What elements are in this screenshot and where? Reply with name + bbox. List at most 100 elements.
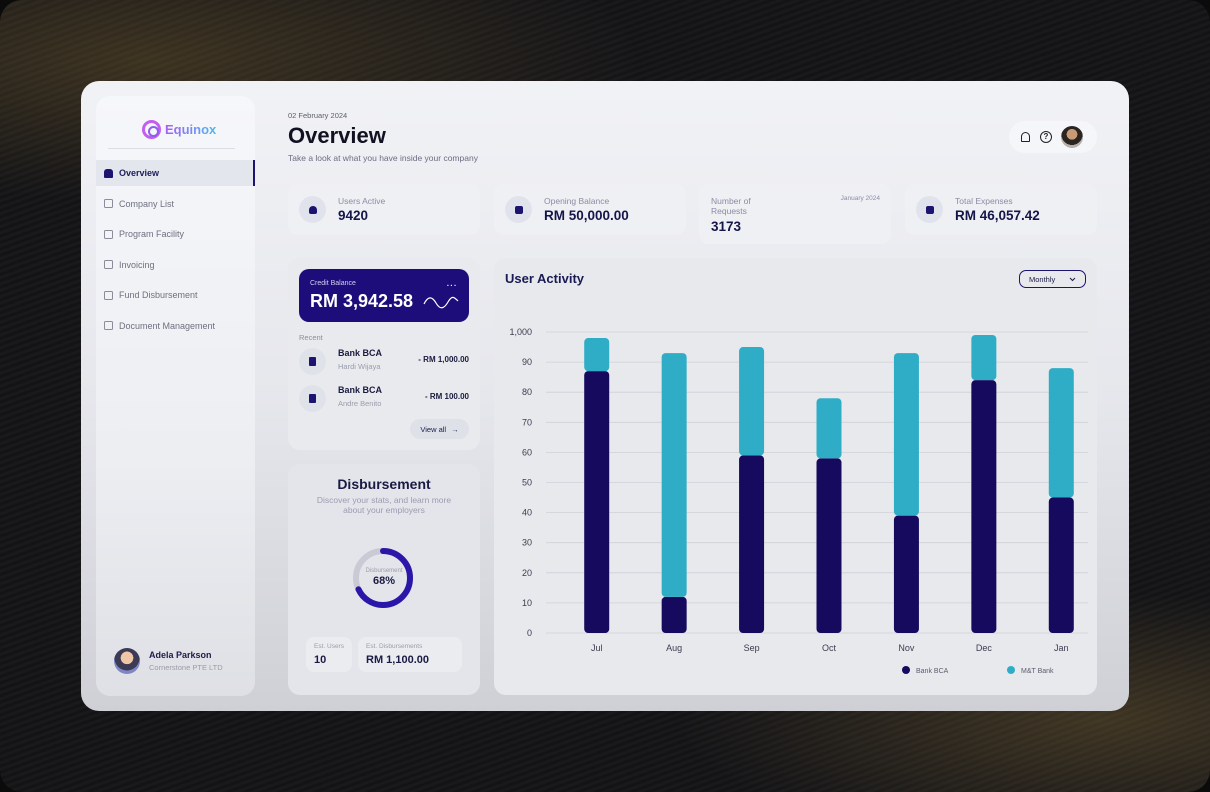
legend-label: M&T Bank bbox=[1021, 668, 1054, 675]
stat-card-expenses: Total Expenses RM 46,057.42 bbox=[905, 184, 1097, 235]
stat-date: January 2024 bbox=[840, 195, 880, 202]
fund-icon bbox=[104, 290, 113, 300]
sidebar-item-label: Overview bbox=[119, 168, 160, 178]
y-tick-label: 70 bbox=[522, 417, 532, 427]
bar-bank-bca-jan bbox=[1048, 497, 1074, 633]
logo[interactable]: Equinox bbox=[142, 120, 216, 139]
donut-center: Disbursement 68% bbox=[288, 568, 480, 587]
txn-name: Andre Benito bbox=[338, 399, 382, 408]
sidebar-item-fund-disbursement[interactable]: Fund Disbursement bbox=[96, 282, 255, 308]
bar-m-t-bank-nov bbox=[893, 353, 919, 516]
page-title: Overview bbox=[288, 123, 386, 148]
txn-name: Hardi Wijaya bbox=[338, 362, 381, 371]
current-date: 02 February 2024 bbox=[288, 111, 348, 120]
y-tick-label: 40 bbox=[522, 508, 532, 518]
wallet-icon bbox=[916, 196, 943, 223]
sidebar-item-label: Fund Disbursement bbox=[119, 290, 198, 301]
est-disb-label: Est. Disbursements bbox=[366, 643, 423, 650]
user-profile[interactable]: Adela Parkson Cornerstone PTE LTD bbox=[114, 648, 223, 674]
sidebar-item-overview[interactable]: Overview bbox=[96, 160, 255, 186]
page-subtitle: Take a look at what you have inside your… bbox=[288, 153, 478, 163]
stat-label: Users Active bbox=[338, 196, 386, 206]
y-tick-label: 80 bbox=[522, 387, 532, 397]
more-icon[interactable]: ... bbox=[446, 277, 457, 289]
view-all-button[interactable]: View all → bbox=[410, 419, 469, 439]
period-select-value: Monthly bbox=[1029, 274, 1056, 284]
divider bbox=[108, 148, 235, 149]
bar-m-t-bank-jan bbox=[1048, 368, 1074, 498]
sidebar-item-invoicing[interactable]: Invoicing bbox=[96, 252, 255, 278]
sidebar-item-document-management[interactable]: Document Management bbox=[96, 313, 255, 339]
logo-icon bbox=[142, 120, 161, 139]
sidebar-item-program-facility[interactable]: Program Facility bbox=[96, 221, 255, 247]
chevron-down-icon bbox=[1069, 277, 1076, 281]
wave-icon bbox=[423, 296, 459, 309]
help-icon[interactable]: ? bbox=[1040, 131, 1052, 143]
disbursement-title: Disbursement bbox=[337, 476, 431, 492]
stat-label: Opening Balance bbox=[544, 196, 610, 206]
stat-card-users: Users Active 9420 bbox=[288, 184, 480, 235]
txn-amount: - RM 1,000.00 bbox=[418, 355, 469, 364]
bar-m-t-bank-oct bbox=[816, 398, 842, 459]
chart-title: User Activity bbox=[505, 271, 584, 286]
y-tick-label: 50 bbox=[522, 478, 532, 488]
credit-label: Credit Balance bbox=[310, 280, 356, 287]
sidebar: Equinox Overview Company List Program Fa… bbox=[96, 96, 255, 696]
bell-icon[interactable] bbox=[1019, 131, 1031, 143]
y-tick-label: 1,000 bbox=[509, 327, 532, 337]
est-users-value: 10 bbox=[314, 654, 327, 666]
bar-m-t-bank-jul bbox=[584, 338, 610, 372]
list-item[interactable]: Bank BCA Andre Benito - RM 100.00 bbox=[299, 383, 469, 413]
est-disbursements-box: Est. Disbursements RM 1,100.00 bbox=[358, 637, 462, 672]
legend-label: Bank BCA bbox=[916, 668, 949, 675]
building-icon bbox=[299, 385, 326, 412]
credit-balance-card[interactable]: Credit Balance RM 3,942.58 ... bbox=[299, 269, 469, 322]
bar-bank-bca-sep bbox=[739, 455, 765, 633]
stat-value: 9420 bbox=[338, 208, 369, 223]
x-tick-label: Aug bbox=[666, 643, 682, 653]
sidebar-item-label: Program Facility bbox=[119, 229, 185, 240]
profile-company: Cornerstone PTE LTD bbox=[149, 663, 223, 672]
disbursement-panel: Disbursement Discover your stats, and le… bbox=[288, 464, 480, 695]
credit-amount: RM 3,942.58 bbox=[310, 291, 414, 311]
y-tick-label: 90 bbox=[522, 357, 532, 367]
x-tick-label: Jul bbox=[591, 643, 603, 653]
sidebar-item-label: Document Management bbox=[119, 320, 216, 331]
txn-bank: Bank BCA bbox=[338, 385, 383, 395]
sidebar-item-company-list[interactable]: Company List bbox=[96, 191, 255, 217]
y-tick-label: 30 bbox=[522, 538, 532, 548]
stat-card-opening-balance: Opening Balance RM 50,000.00 bbox=[494, 184, 686, 235]
disbursement-description: Discover your stats, and learn more abou… bbox=[316, 495, 452, 515]
user-activity-chart: 0 10 20 30 40 50 60 70 80 90 1,000 Jul Aug Sep Oct Nov D… bbox=[509, 327, 1088, 675]
invoice-icon bbox=[104, 260, 113, 270]
home-icon bbox=[104, 168, 113, 178]
avatar[interactable] bbox=[1061, 126, 1083, 148]
bar-bank-bca-aug bbox=[661, 596, 687, 633]
profile-name: Adela Parkson bbox=[149, 650, 212, 660]
txn-amount: - RM 100.00 bbox=[424, 392, 469, 401]
program-icon bbox=[104, 229, 113, 239]
building-icon bbox=[104, 199, 113, 209]
bar-bank-bca-nov bbox=[893, 515, 919, 633]
bar-m-t-bank-dec bbox=[971, 335, 997, 381]
credit-panel: Credit Balance RM 3,942.58 ... Recent Ba… bbox=[288, 258, 480, 450]
bar-m-t-bank-sep bbox=[739, 347, 765, 456]
stat-card-requests: Number of Requests January 2024 3173 bbox=[699, 184, 891, 244]
bar-m-t-bank-aug bbox=[661, 353, 687, 597]
stat-value: RM 50,000.00 bbox=[544, 208, 629, 223]
sidebar-nav: Overview Company List Program Facility I… bbox=[96, 160, 255, 344]
x-tick-label: Nov bbox=[898, 643, 915, 653]
est-disb-value: RM 1,100.00 bbox=[366, 654, 429, 666]
user-activity-panel: 0 10 20 30 40 50 60 70 80 90 1,000 Jul Aug Sep Oct Nov D… bbox=[494, 258, 1097, 695]
wallet-icon bbox=[505, 196, 532, 223]
period-select[interactable]: Monthly bbox=[1019, 270, 1086, 288]
y-tick-label: 20 bbox=[522, 568, 532, 578]
y-tick-label: 10 bbox=[522, 598, 532, 608]
list-item[interactable]: Bank BCA Hardi Wijaya - RM 1,000.00 bbox=[299, 346, 469, 376]
bar-bank-bca-jul bbox=[584, 371, 610, 633]
y-tick-label: 0 bbox=[527, 628, 532, 638]
avatar bbox=[114, 648, 140, 674]
x-tick-label: Oct bbox=[822, 643, 837, 653]
x-tick-label: Dec bbox=[976, 643, 993, 653]
user-icon bbox=[299, 196, 326, 223]
